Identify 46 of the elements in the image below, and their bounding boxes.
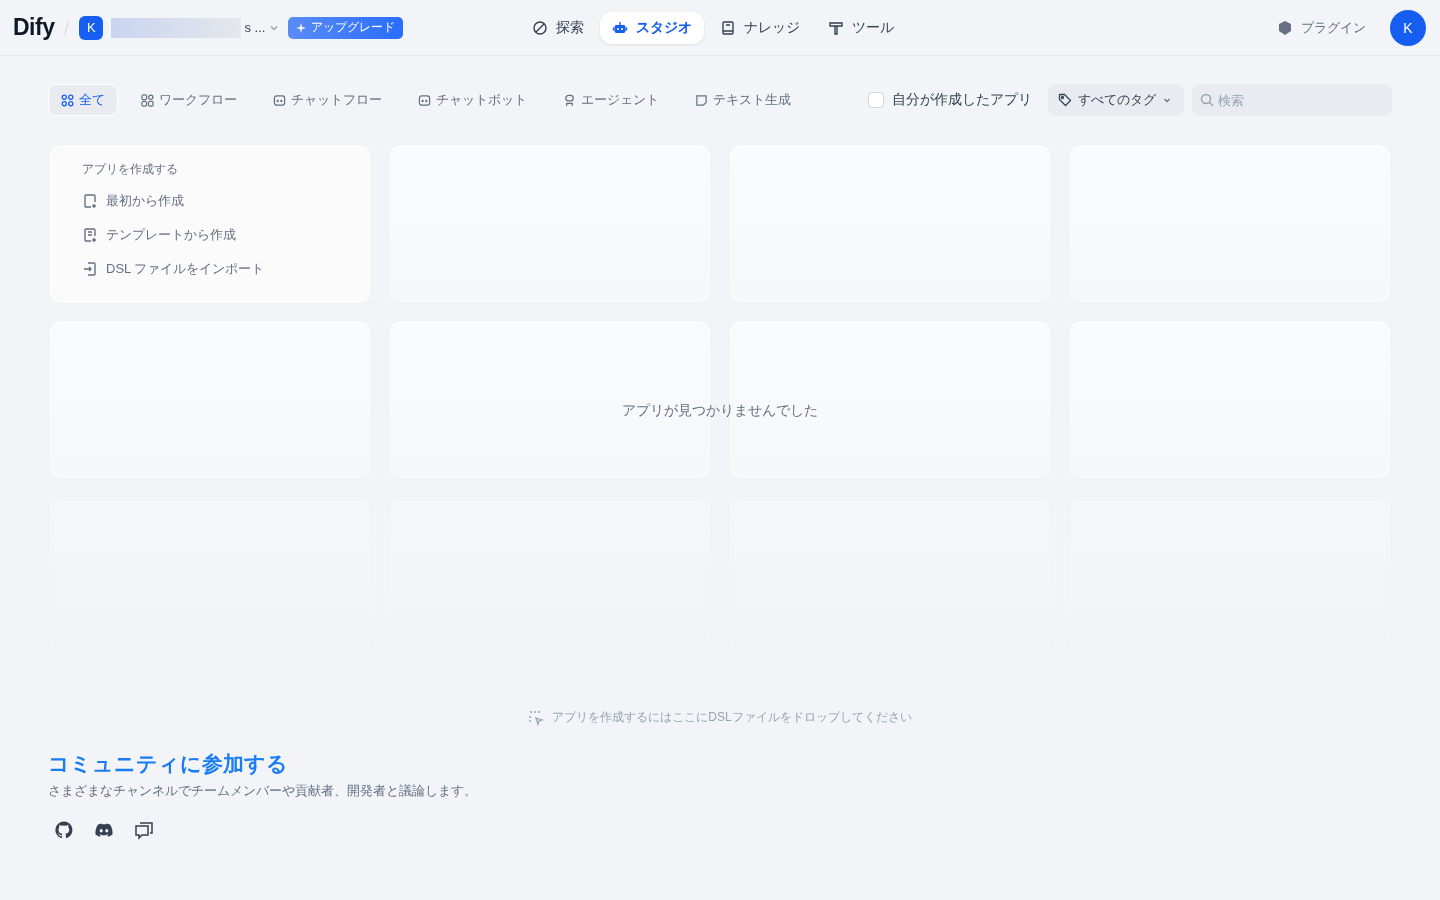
checkbox[interactable] xyxy=(868,92,884,108)
cube-icon xyxy=(1277,19,1293,36)
plugin-button[interactable]: プラグイン xyxy=(1271,17,1372,38)
hammer-icon xyxy=(828,19,844,36)
logo[interactable]: Dify xyxy=(13,14,55,41)
filter-tab[interactable]: テキスト生成 xyxy=(682,84,804,116)
book-icon xyxy=(720,19,736,36)
community-title: コミュニティに参加する xyxy=(48,751,288,777)
workspace-avatar: K xyxy=(79,15,104,40)
tag-filter-dropdown[interactable]: すべてのタグ xyxy=(1048,84,1184,116)
tag-icon xyxy=(1058,93,1072,107)
create-option[interactable]: 最初から作成 xyxy=(82,184,184,218)
nav-tab[interactable]: ナレッジ xyxy=(708,11,812,44)
import-icon xyxy=(82,261,98,277)
nav-tab[interactable]: 探索 xyxy=(520,11,596,44)
empty-message: アプリが見つかりませんでした xyxy=(622,402,818,420)
sparkle-icon xyxy=(296,22,307,33)
github-icon[interactable] xyxy=(54,820,74,840)
filter-tab[interactable]: エージェント xyxy=(550,84,672,116)
search-field[interactable]: 検索 xyxy=(1192,84,1392,116)
nav-tab[interactable]: スタジオ xyxy=(600,11,704,44)
nodes-icon xyxy=(141,93,154,107)
agent-icon xyxy=(563,93,576,107)
drop-hint: アプリを作成するにはここにDSLファイルをドロップしてください xyxy=(552,709,912,726)
create-option[interactable]: テンプレートから作成 xyxy=(82,218,236,252)
note-icon xyxy=(695,93,708,107)
community-description: さまざまなチャンネルでチームメンバーや貢献者、開発者と議論します。 xyxy=(48,782,477,800)
search-icon xyxy=(1200,93,1214,107)
create-option[interactable]: DSL ファイルをインポート xyxy=(82,252,265,286)
user-avatar[interactable]: K xyxy=(1390,9,1426,46)
checkbox-label: 自分が作成したアプリ xyxy=(892,91,1032,109)
filter-tab[interactable]: チャットボット xyxy=(405,84,540,116)
nav-tab[interactable]: ツール xyxy=(816,11,906,44)
grid-icon xyxy=(61,93,74,107)
template-file-icon xyxy=(82,227,98,243)
robot-icon xyxy=(612,19,628,36)
filter-tab[interactable]: チャットフロー xyxy=(260,84,395,116)
upgrade-button[interactable]: アップグレード xyxy=(288,16,404,39)
filter-tab[interactable]: ワークフロー xyxy=(128,84,250,116)
chat-icon xyxy=(273,93,286,107)
chat-icon xyxy=(418,93,431,107)
drop-file-icon xyxy=(528,709,545,726)
comments-icon[interactable] xyxy=(134,820,154,840)
new-file-icon xyxy=(82,193,98,209)
card-title: アプリを作成する xyxy=(82,161,178,178)
filter-tab[interactable]: 全て xyxy=(48,84,118,116)
